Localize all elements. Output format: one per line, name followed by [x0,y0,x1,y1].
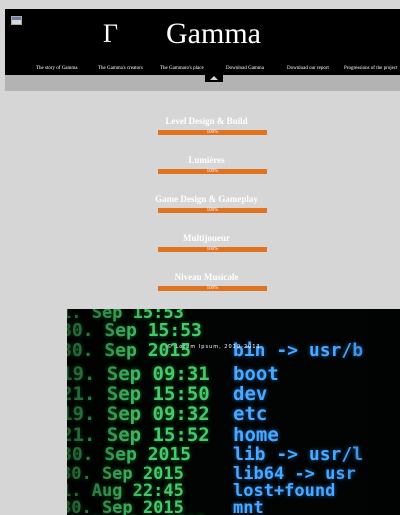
skill-title: Niveau Musicale [174,272,239,282]
terminal-date-line: 21. Sep 15:52 [67,424,210,446]
progress-bar: 100% [158,247,267,252]
progress-label: 100% [206,130,219,135]
skill-title: Lumières [188,155,225,165]
progress-bar: 100% [158,286,267,291]
gamma-logo[interactable]: Γ [103,19,118,49]
progress-bar: 100% [158,208,267,213]
site-title[interactable]: Gamma [166,17,261,51]
collapse-toggle-icon[interactable] [205,75,223,82]
terminal-date-line: 19. Sep 09:31 [67,363,210,385]
progress-label: 100% [206,286,219,291]
progress-label: 100% [206,247,219,252]
skill-title: Multijoueur [183,233,230,243]
nav-download-report[interactable]: Download our report [287,65,329,73]
terminal-dir-line: home [233,424,279,446]
nav-creators[interactable]: The Gamma's creators [98,65,143,73]
nav-progressions[interactable]: Progressions of the project [344,65,397,73]
main-nav: The story of Gamma The Gamma's creators … [5,65,400,75]
skill-title: Game Design & Gameplay [155,194,258,204]
progress-bar: 100% [158,130,267,135]
flag-icon[interactable] [11,16,22,25]
terminal-date-line: 30. Sep 15:53 [67,320,202,341]
nav-story[interactable]: The story of Gamma [36,65,78,73]
progress-label: 100% [206,208,219,213]
progress-bar: 100% [158,169,267,174]
nav-download-gamma[interactable]: Download Gamma [226,65,264,73]
nav-place[interactable]: The Gammaro's place [160,65,204,73]
terminal-dir-line: dev [233,383,268,405]
progress-label: 100% [206,169,219,174]
copyright-text: © Lorem Ipsum, 2010-2013 [167,344,261,350]
terminal-dir-line: boot [233,363,279,385]
terminal-dir-line: lib -> usr/l [233,444,364,465]
terminal-dir-line: mnt [233,498,264,515]
skill-title: Level Design & Build [165,116,248,126]
terminal-dir-line: etc [233,403,268,425]
terminal-date-line: 30. Sep 2015 [67,444,192,465]
terminal-date-line: 19. Sep 09:32 [67,403,210,425]
site-header: Γ Gamma The story of Gamma The Gamma's c… [5,9,400,75]
sub-bar [5,75,400,91]
terminal-date-line: 21. Sep 15:50 [67,383,210,405]
terminal-photo: 1. Sep 15:53 30. Sep 15:53 30. Sep 2015 bin… [67,309,400,515]
